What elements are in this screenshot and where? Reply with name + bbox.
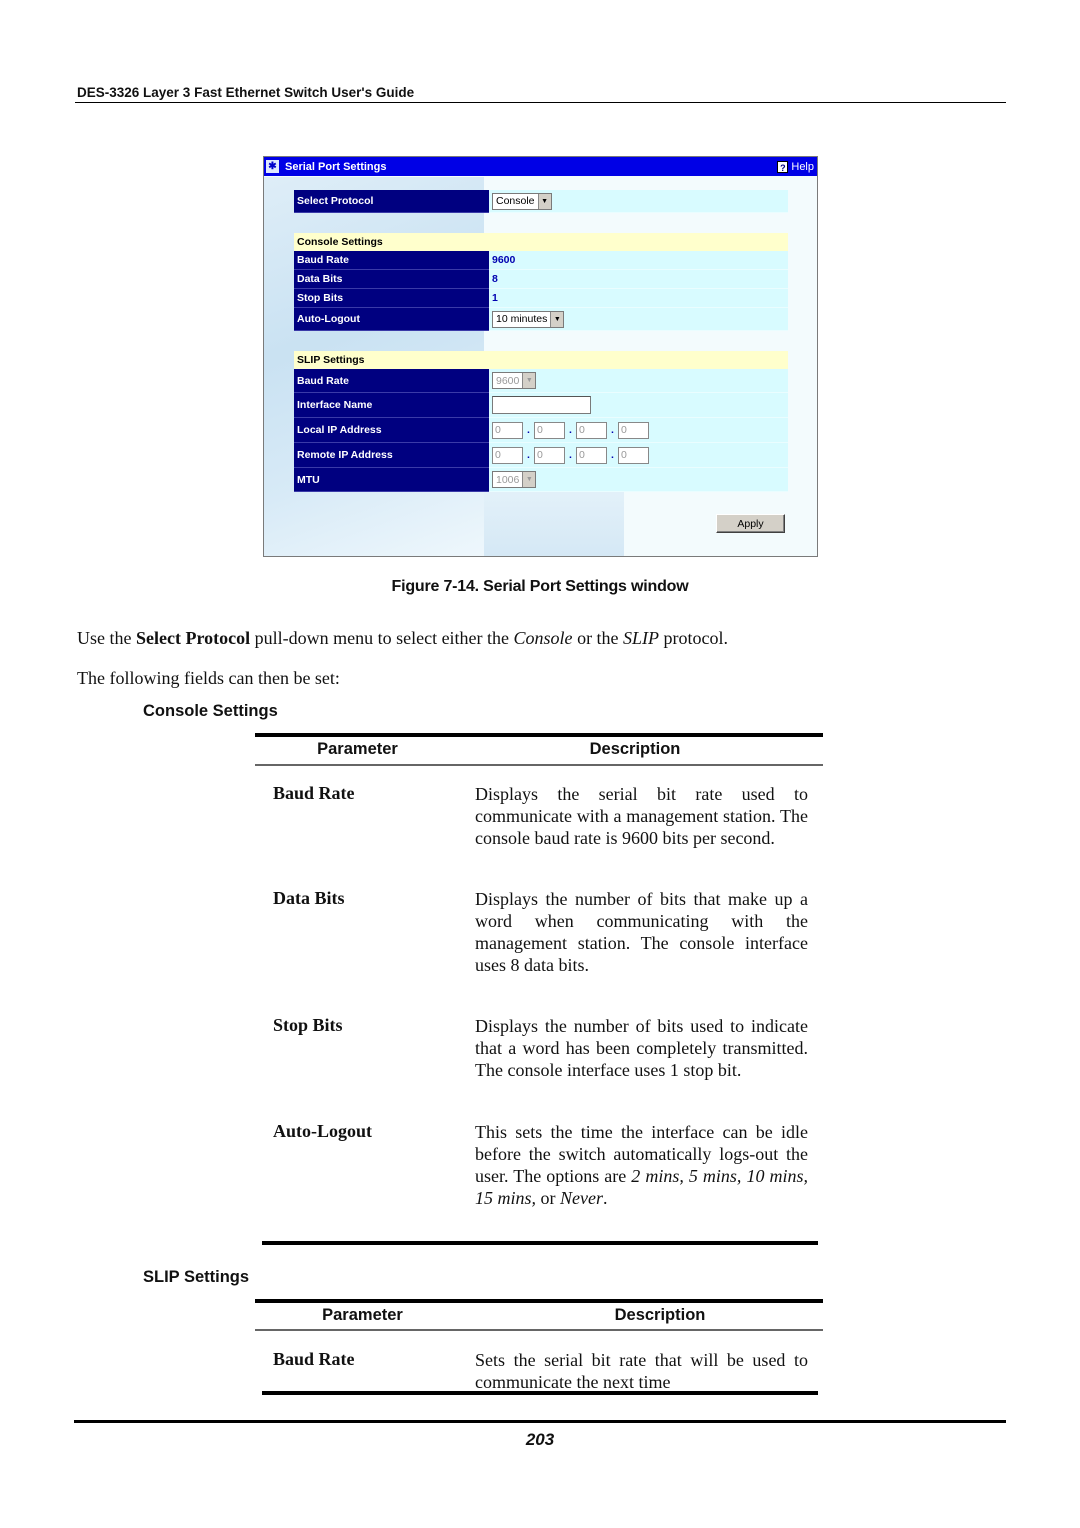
- console-data-bits-label: Data Bits: [294, 270, 489, 289]
- mtu-dropdown[interactable]: 1006 ▼: [492, 471, 537, 488]
- table-header-rule: [255, 764, 823, 766]
- console-baud-rate-value: 9600: [489, 251, 788, 270]
- ip-separator: .: [611, 449, 614, 461]
- desc-data-bits: Displays the number of bits that make up…: [475, 889, 808, 975]
- column-header-parameter: Parameter: [322, 1306, 403, 1324]
- ip-separator: .: [527, 449, 530, 461]
- console-row-baud-rate: Baud Rate 9600: [294, 251, 788, 270]
- slip-row-interface-name: Interface Name: [294, 393, 788, 418]
- console-row-auto-logout: Auto-Logout 10 minutes ▼: [294, 308, 788, 331]
- remote-ip-octet-2[interactable]: 0: [534, 446, 565, 464]
- local-ip-octet-3[interactable]: 0: [576, 421, 607, 439]
- apply-button[interactable]: Apply: [716, 514, 785, 533]
- console-baud-rate-label: Baud Rate: [294, 251, 489, 270]
- header-divider: [75, 102, 1006, 103]
- remote-ip-octet-4[interactable]: 0: [618, 446, 649, 464]
- chevron-down-icon: ▼: [522, 472, 536, 487]
- auto-logout-dropdown[interactable]: 10 minutes ▼: [492, 310, 565, 328]
- select-protocol-term: Select Protocol: [135, 628, 251, 648]
- desc-slip-baud-rate: Sets the serial bit rate that will be us…: [475, 1350, 808, 1392]
- slip-baud-rate-label: Baud Rate: [294, 369, 489, 393]
- table-bottom-rule: [262, 1241, 818, 1245]
- chevron-down-icon: ▼: [550, 311, 564, 327]
- serial-port-settings-window: ✱ Serial Port Settings ? Help Select Pro…: [263, 156, 818, 557]
- select-protocol-label: Select Protocol: [294, 190, 489, 213]
- console-settings-header: Console Settings: [294, 233, 788, 251]
- console-data-bits-value: 8: [489, 270, 788, 289]
- window-title: Serial Port Settings: [285, 160, 387, 173]
- intro-paragraph: Use the Select Protocol pull-down menu t…: [77, 628, 729, 648]
- table-top-rule: [255, 1299, 823, 1303]
- table-bottom-rule: [262, 1391, 818, 1395]
- ip-separator: .: [611, 424, 614, 436]
- column-header-description: Description: [589, 740, 681, 758]
- ip-separator: .: [527, 424, 530, 436]
- slip-row-mtu: MTU 1006 ▼: [294, 468, 788, 492]
- slip-row-local-ip: Local IP Address 0 . 0 . 0 . 0: [294, 418, 788, 443]
- param-stop-bits: Stop Bits: [273, 1015, 343, 1035]
- remote-ip-octet-1[interactable]: 0: [492, 446, 523, 464]
- chevron-down-icon: ▼: [537, 193, 551, 209]
- column-header-parameter: Parameter: [317, 740, 398, 758]
- desc-auto-logout: This sets the time the interface can be …: [475, 1122, 809, 1208]
- settings-icon: ✱: [266, 160, 279, 173]
- select-protocol-dropdown[interactable]: Console ▼: [492, 192, 552, 210]
- slip-row-remote-ip: Remote IP Address 0 . 0 . 0 . 0: [294, 443, 788, 468]
- console-row-stop-bits: Stop Bits 1: [294, 289, 788, 308]
- document-header-title: DES-3326 Layer 3 Fast Ethernet Switch Us…: [77, 85, 415, 100]
- local-ip-label: Local IP Address: [294, 418, 489, 443]
- param-baud-rate: Baud Rate: [273, 783, 355, 803]
- select-protocol-row: Select Protocol Console ▼: [294, 190, 788, 213]
- mtu-label: MTU: [294, 468, 489, 492]
- ip-separator: .: [569, 449, 572, 461]
- param-auto-logout: Auto-Logout: [273, 1121, 373, 1141]
- console-stop-bits-label: Stop Bits: [294, 289, 489, 308]
- interface-name-input[interactable]: [492, 396, 591, 414]
- console-stop-bits-value: 1: [489, 289, 788, 308]
- local-ip-octet-4[interactable]: 0: [618, 421, 649, 439]
- slip-settings-heading: SLIP Settings: [143, 1268, 250, 1286]
- table-top-rule: [255, 733, 823, 737]
- param-data-bits: Data Bits: [273, 888, 345, 908]
- figure-caption: Figure 7-14. Serial Port Settings window: [391, 578, 689, 595]
- local-ip-octet-1[interactable]: 0: [492, 421, 523, 439]
- slip-settings-header: SLIP Settings: [294, 351, 788, 369]
- param-slip-baud-rate: Baud Rate: [273, 1349, 355, 1369]
- slip-baud-rate-dropdown[interactable]: 9600 ▼: [492, 372, 537, 389]
- column-header-description: Description: [614, 1306, 706, 1324]
- slip-row-baud-rate: Baud Rate 9600 ▼: [294, 369, 788, 393]
- footer-divider: [74, 1420, 1006, 1423]
- help-label: Help: [791, 160, 814, 173]
- local-ip-octet-2[interactable]: 0: [534, 421, 565, 439]
- auto-logout-label: Auto-Logout: [294, 308, 489, 331]
- interface-name-label: Interface Name: [294, 393, 489, 418]
- window-titlebar: ✱ Serial Port Settings ? Help: [264, 157, 817, 176]
- help-icon: ?: [777, 160, 789, 173]
- table-header-rule: [255, 1329, 823, 1331]
- desc-stop-bits: Displays the number of bits used to indi…: [475, 1016, 808, 1080]
- remote-ip-label: Remote IP Address: [294, 443, 489, 468]
- chevron-down-icon: ▼: [522, 373, 536, 388]
- console-settings-heading: Console Settings: [143, 702, 278, 720]
- fields-intro: The following fields can then be set:: [77, 668, 340, 688]
- desc-baud-rate: Displays the serial bit rate used to com…: [475, 784, 808, 848]
- remote-ip-octet-3[interactable]: 0: [576, 446, 607, 464]
- console-row-data-bits: Data Bits 8: [294, 270, 788, 289]
- ip-separator: .: [569, 424, 572, 436]
- page-number: 203: [525, 1430, 555, 1449]
- help-link[interactable]: ? Help: [777, 160, 814, 173]
